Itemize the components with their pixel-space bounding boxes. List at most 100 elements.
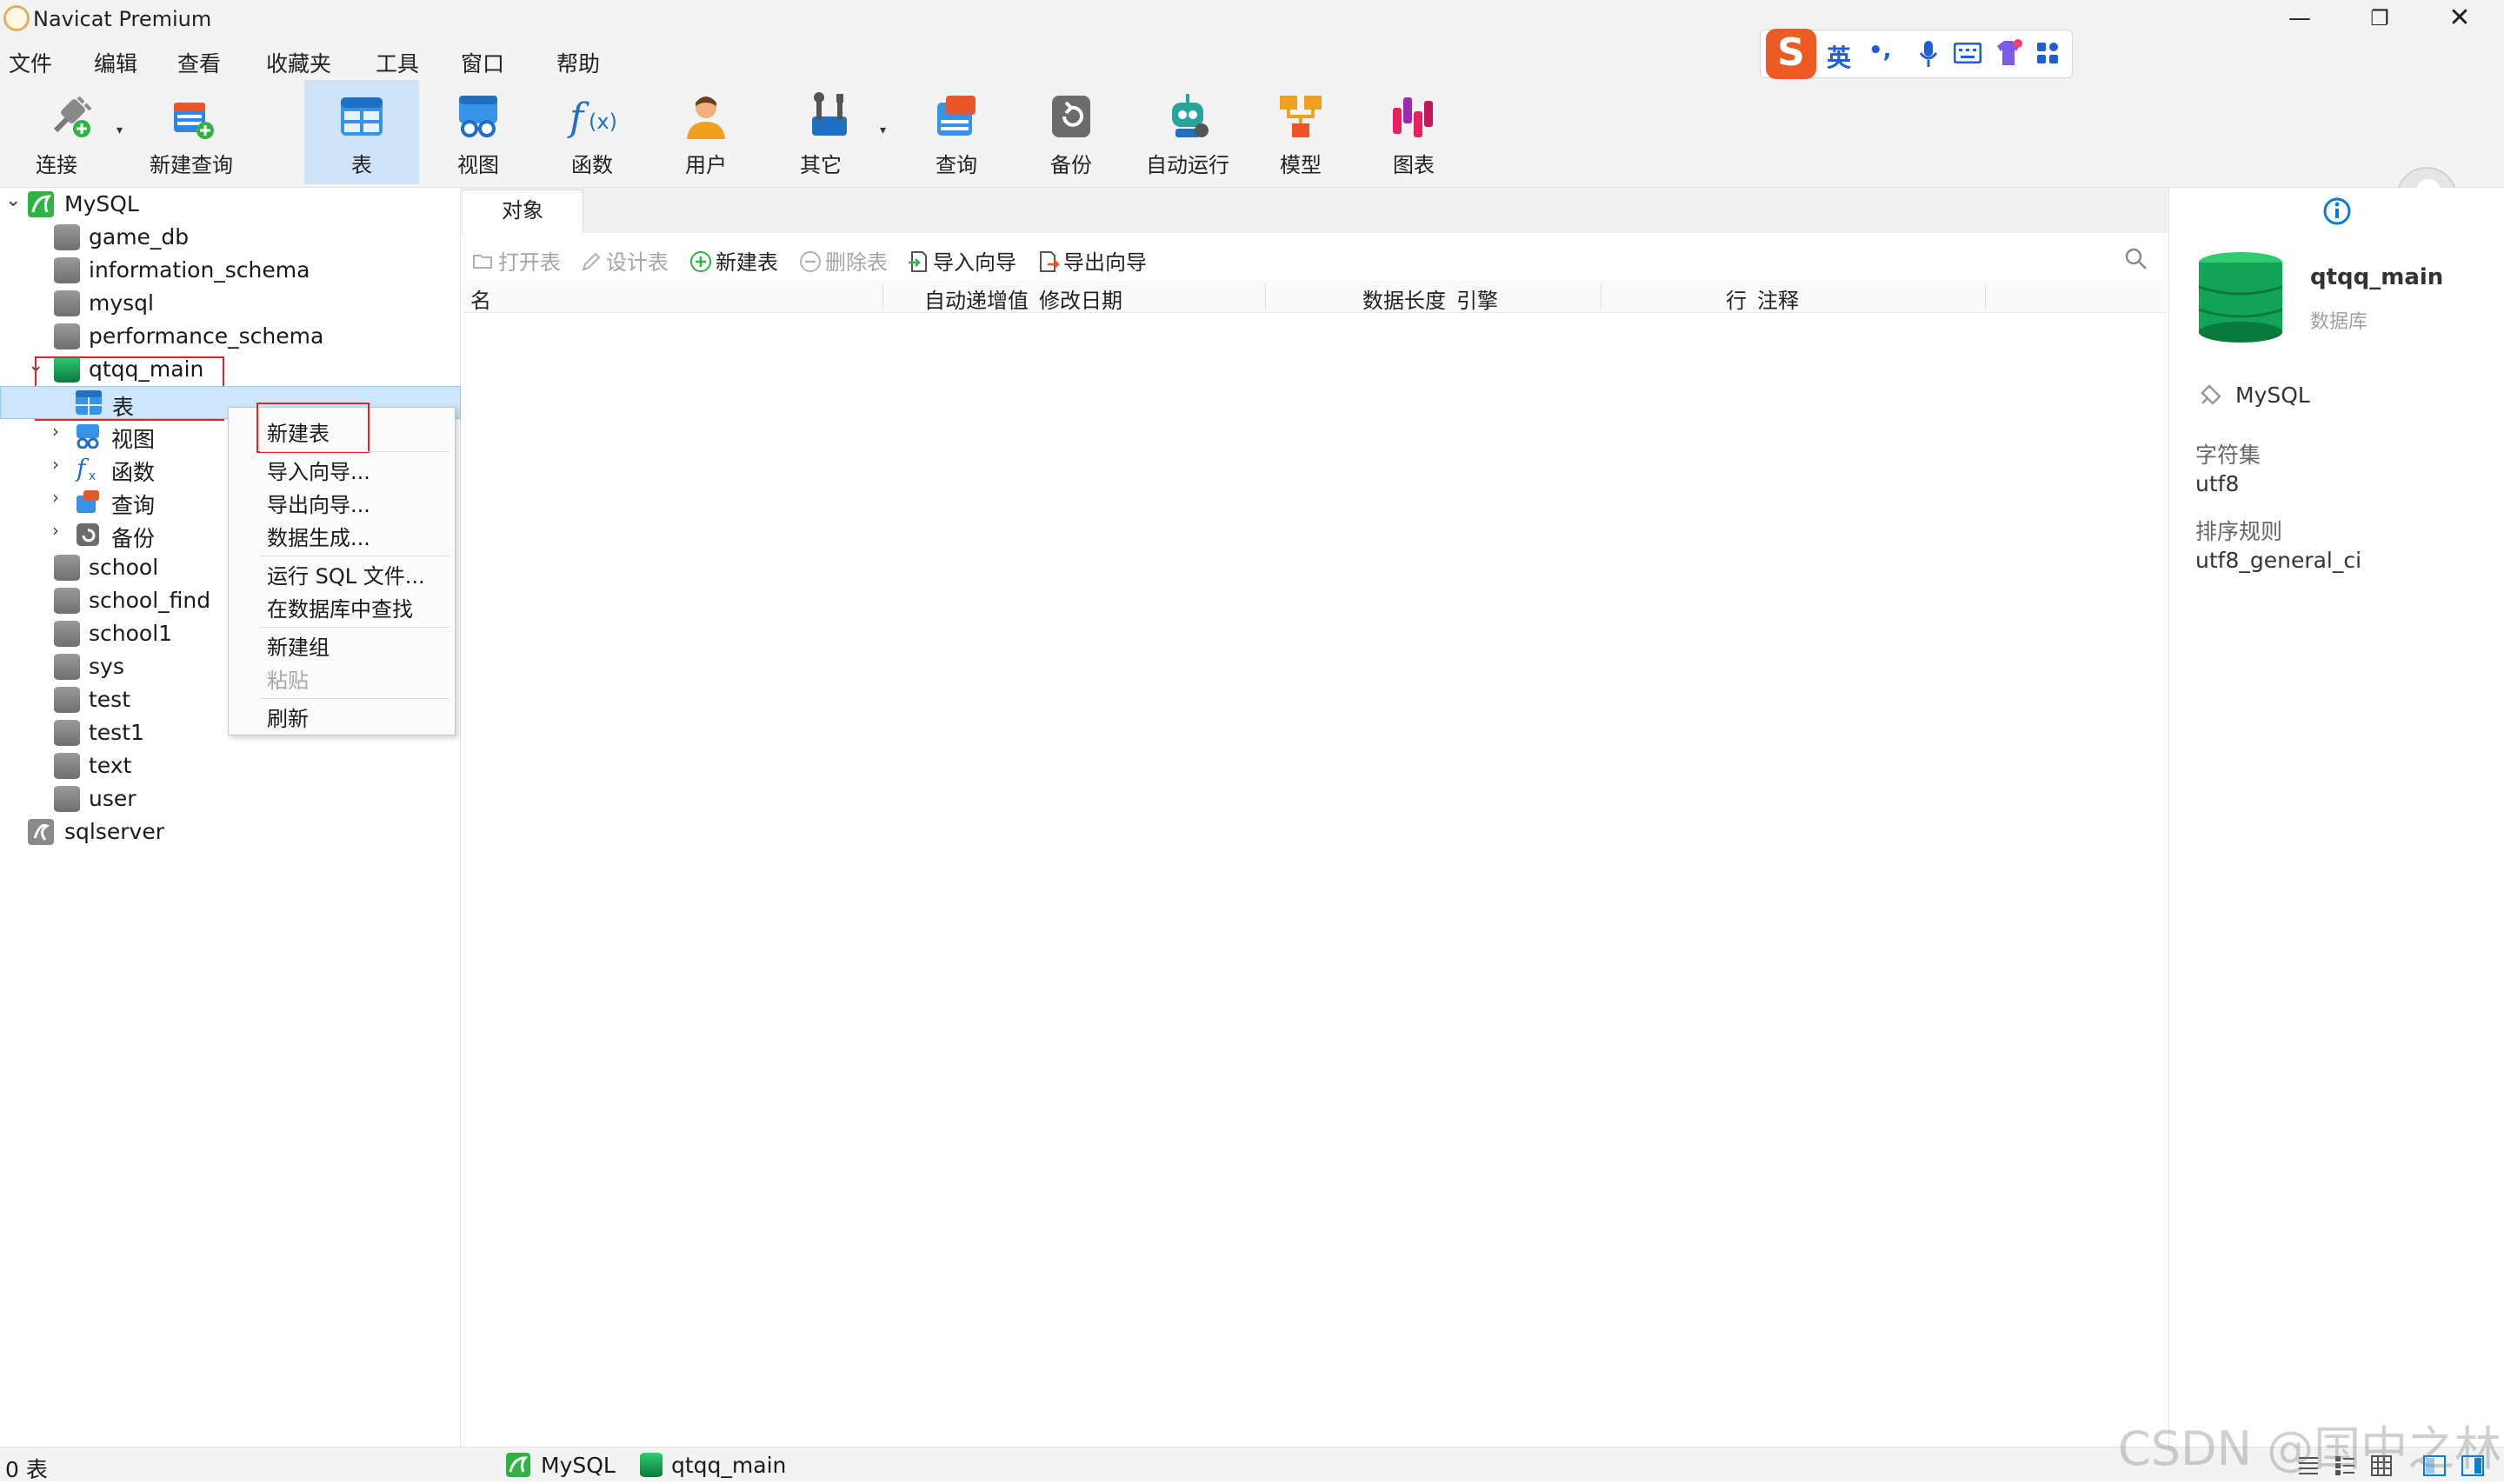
tree-db-item[interactable]: school_find — [0, 584, 228, 617]
new-query-button[interactable]: 新建查询 — [139, 80, 243, 184]
menu-separator — [260, 698, 450, 699]
tree-db-item[interactable]: text — [0, 749, 228, 782]
microphone-icon[interactable] — [1917, 39, 1940, 69]
column-modified-date[interactable]: 修改日期 — [1039, 283, 1122, 314]
menu-item-refresh[interactable]: 刷新 — [267, 702, 309, 732]
import-icon — [909, 251, 927, 272]
column-divider[interactable] — [1265, 283, 1266, 309]
tree-connection-mysql[interactable]: ⌄ MySQL — [0, 188, 461, 221]
menu-file[interactable]: 文件 — [9, 47, 52, 78]
menu-window[interactable]: 窗口 — [461, 47, 504, 78]
chevron-right-icon[interactable]: › — [52, 421, 59, 442]
chart-button[interactable]: 图表 — [1362, 80, 1466, 184]
info-icon[interactable] — [2322, 196, 2352, 226]
chevron-right-icon[interactable]: › — [52, 520, 59, 541]
navigation-tree: ⌄ MySQL game_db information_schema mysql… — [0, 188, 461, 1447]
menu-item-import-wizard[interactable]: 导入向导... — [267, 455, 370, 485]
column-name[interactable]: 名 — [470, 283, 491, 314]
sqlserver-connection-icon — [28, 819, 54, 845]
column-data-length[interactable]: 数据长度 — [1362, 283, 1446, 314]
toolbox-grid-icon[interactable] — [2035, 41, 2060, 65]
column-divider[interactable] — [1601, 283, 1602, 309]
status-table-count: 0 表 — [5, 1457, 48, 1482]
tree-db-item[interactable]: mysql — [0, 287, 461, 320]
column-engine[interactable]: 引擎 — [1456, 283, 1498, 314]
status-connection: MySQL — [541, 1453, 616, 1478]
tree-item-functions[interactable]: › fx 函数 — [0, 452, 228, 485]
minimize-button[interactable]: — — [2261, 0, 2339, 38]
menu-item-data-generation[interactable]: 数据生成... — [267, 521, 370, 551]
table-button[interactable]: 表 — [304, 80, 419, 184]
column-divider[interactable] — [882, 283, 883, 309]
tab-bar: 对象 — [462, 188, 2168, 233]
plus-circle-icon — [690, 251, 711, 272]
menu-view[interactable]: 查看 — [177, 47, 221, 78]
menu-tools[interactable]: 工具 — [376, 47, 419, 78]
backup-button[interactable]: 备份 — [1019, 80, 1123, 184]
new-table-button[interactable]: 新建表 — [689, 245, 778, 276]
menu-help[interactable]: 帮助 — [556, 47, 600, 78]
ime-mode[interactable]: 英 — [1827, 39, 1851, 74]
other-dropdown-icon[interactable]: ▾ — [880, 123, 886, 137]
sogou-logo-icon: S — [1766, 29, 1816, 79]
automation-button[interactable]: 自动运行 — [1130, 80, 1245, 184]
import-wizard-button[interactable]: 导入向导 — [907, 245, 1016, 276]
chevron-right-icon[interactable]: › — [52, 454, 59, 475]
model-button[interactable]: 模型 — [1249, 80, 1353, 184]
menu-item-run-sql-file[interactable]: 运行 SQL 文件... — [267, 559, 425, 589]
chevron-down-icon[interactable]: ⌄ — [5, 190, 21, 211]
tree-item-views[interactable]: › 视图 — [0, 419, 228, 452]
chevron-right-icon[interactable]: › — [52, 487, 59, 508]
menu-item-new-group[interactable]: 新建组 — [267, 630, 330, 661]
tree-db-item[interactable]: test — [0, 683, 228, 716]
mysql-connection-icon — [506, 1453, 530, 1477]
restore-button[interactable]: ❐ — [2341, 0, 2419, 38]
tree-db-item[interactable]: school1 — [0, 617, 228, 650]
column-auto-increment[interactable]: 自动递增值 — [924, 283, 1029, 314]
query-button[interactable]: 查询 — [904, 80, 1009, 184]
database-icon — [54, 786, 80, 812]
svg-text:f: f — [75, 454, 90, 482]
open-table-button[interactable]: 打开表 — [472, 245, 561, 276]
connect-dropdown-icon[interactable]: ▾ — [117, 123, 123, 137]
export-wizard-button[interactable]: 导出向导 — [1037, 245, 1147, 276]
function-button[interactable]: f (x) 函数 — [539, 80, 645, 184]
menu-favorites[interactable]: 收藏夹 — [266, 47, 331, 78]
delete-table-button[interactable]: 删除表 — [799, 245, 888, 276]
column-divider[interactable] — [1985, 283, 1986, 309]
database-icon — [640, 1453, 663, 1477]
search-icon[interactable] — [2124, 247, 2148, 271]
user-button[interactable]: 用户 — [654, 80, 758, 184]
database-large-icon — [2198, 252, 2283, 343]
info-charset-label: 字符集 — [2195, 443, 2261, 468]
menu-item-find-in-database[interactable]: 在数据库中查找 — [267, 592, 413, 622]
other-button[interactable]: 其它 — [772, 80, 887, 184]
column-rows[interactable]: 行 — [1726, 283, 1747, 314]
ime-punct[interactable]: •, — [1868, 37, 1892, 63]
table-icon — [341, 97, 383, 136]
keyboard-icon[interactable] — [1954, 43, 1981, 63]
tree-item-queries[interactable]: › 查询 — [0, 485, 228, 518]
tree-db-item[interactable]: user — [0, 782, 228, 815]
connect-button[interactable]: 连接 — [9, 80, 130, 184]
window-title: Navicat Premium — [33, 7, 212, 31]
tree-connection-sqlserver[interactable]: sqlserver — [0, 815, 461, 848]
menu-edit[interactable]: 编辑 — [94, 47, 137, 78]
tree-item-backups[interactable]: › 备份 — [0, 518, 228, 551]
tree-db-item[interactable]: sys — [0, 650, 228, 683]
tree-db-item[interactable]: school — [0, 551, 228, 584]
view-glasses-icon — [459, 96, 497, 137]
column-comment[interactable]: 注释 — [1757, 283, 1799, 314]
menu-item-export-wizard[interactable]: 导出向导... — [267, 488, 370, 518]
tree-db-item[interactable]: game_db — [0, 221, 461, 254]
close-button[interactable]: ✕ — [2421, 0, 2499, 38]
model-icon — [1280, 96, 1322, 137]
skin-shirt-icon[interactable] — [1994, 39, 2023, 67]
tree-db-item[interactable]: performance_schema — [0, 320, 461, 353]
design-table-button[interactable]: 设计表 — [580, 245, 669, 276]
tree-db-item[interactable]: information_schema — [0, 254, 461, 287]
menu-item-paste[interactable]: 粘贴 — [267, 663, 309, 694]
tab-objects[interactable]: 对象 — [462, 190, 583, 233]
tree-db-item[interactable]: test1 — [0, 716, 228, 749]
view-button[interactable]: 视图 — [426, 80, 530, 184]
